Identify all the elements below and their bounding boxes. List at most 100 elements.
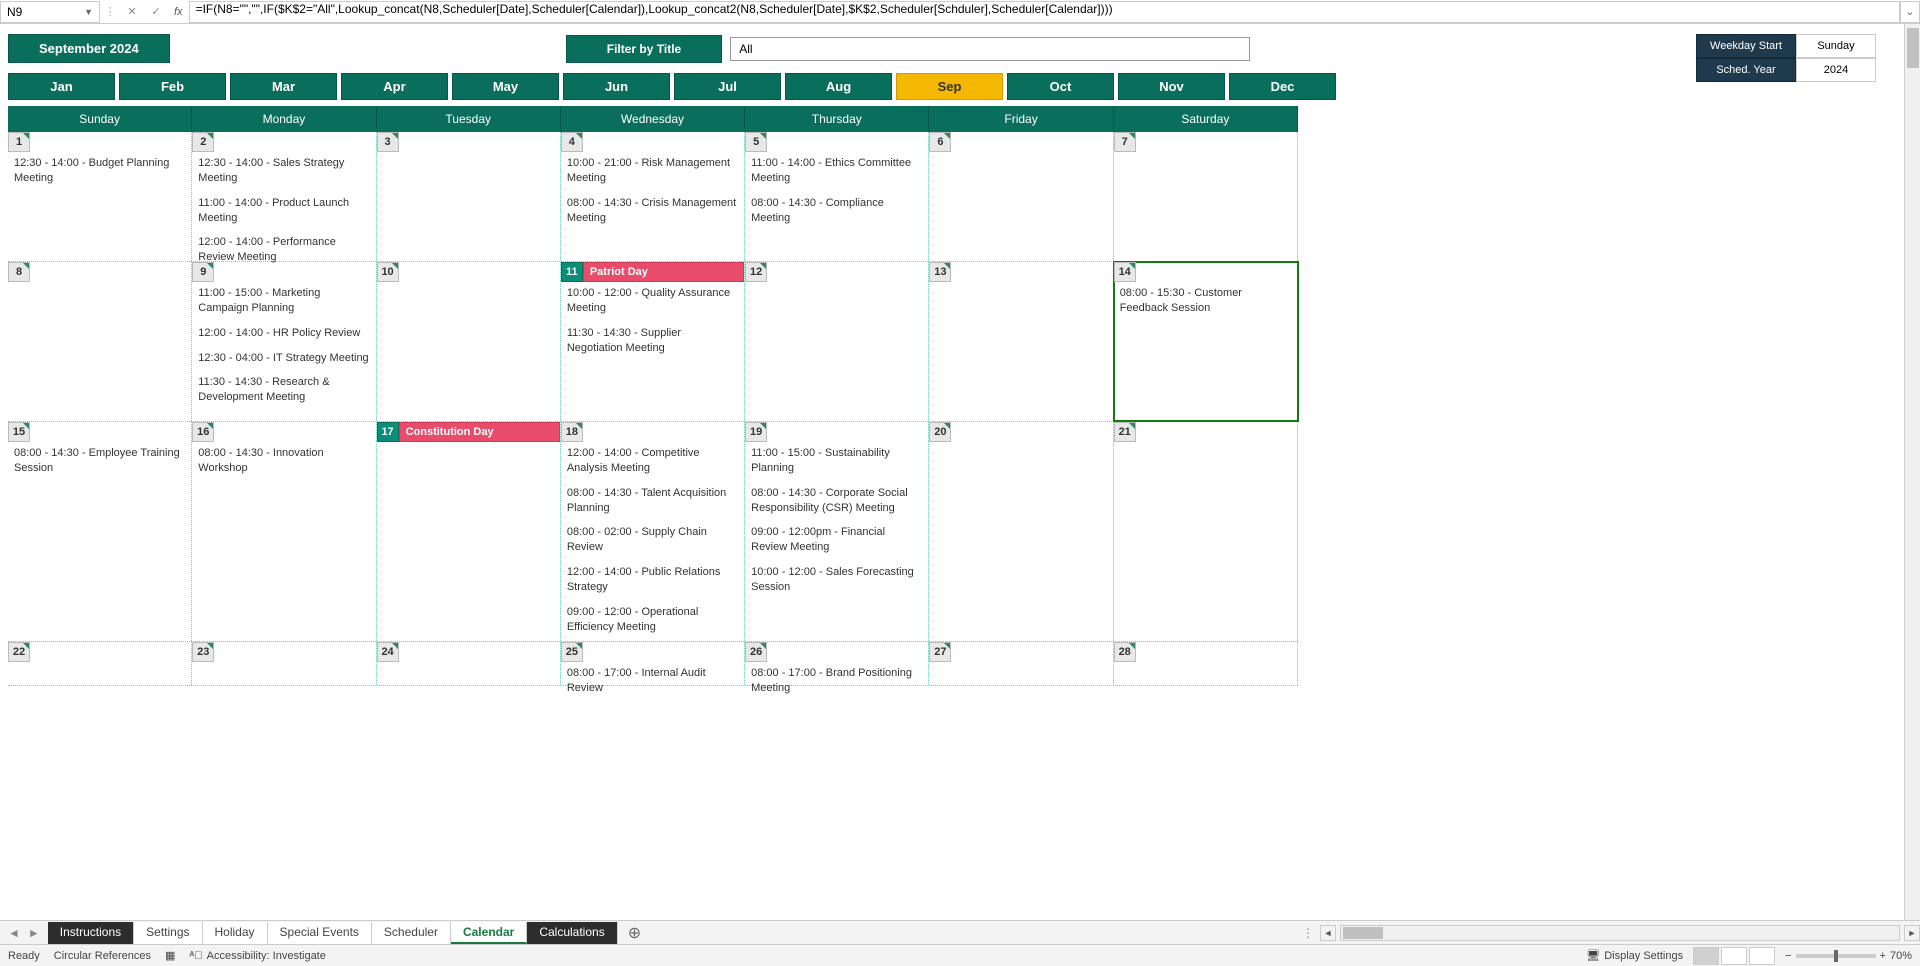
calendar-day-cell[interactable]: 1608:00 - 14:30 - Innovation Workshop [192,422,376,641]
name-box[interactable]: N9 ▼ [0,1,100,23]
month-button-jul[interactable]: Jul [674,73,781,100]
calendar-day-cell[interactable]: 24 [377,642,561,685]
month-button-aug[interactable]: Aug [785,73,892,100]
tab-bar-menu-icon[interactable]: ⋮ [1296,926,1320,940]
calendar-day-cell[interactable]: 1812:00 - 14:00 - Competitive Analysis M… [561,422,745,641]
calendar-day-cell[interactable]: 17Constitution Day [377,422,561,641]
calendar-day-cell[interactable]: 23 [192,642,376,685]
filter-title-value[interactable]: All [730,37,1250,61]
calendar-day-cell[interactable]: 6 [929,132,1113,261]
calendar-day-cell[interactable]: 11Patriot Day10:00 - 12:00 - Quality Ass… [561,262,745,421]
sheet-tab-calendar[interactable]: Calendar [451,922,527,944]
vertical-scrollbar[interactable] [1904,24,1920,920]
view-normal-button[interactable] [1693,947,1719,965]
calendar-day-cell[interactable]: 10 [377,262,561,421]
horizontal-scrollbar[interactable] [1340,925,1900,941]
calendar-day-cell[interactable]: 1408:00 - 15:30 - Customer Feedback Sess… [1114,262,1298,421]
calendar-day-cell[interactable]: 410:00 - 21:00 - Risk Management Meeting… [561,132,745,261]
fx-icon[interactable]: fx [168,6,189,18]
zoom-control: − + 70% [1785,950,1912,962]
add-sheet-icon[interactable]: ⊕ [618,923,651,943]
month-button-dec[interactable]: Dec [1229,73,1336,100]
calendar-week-row: 112:30 - 14:00 - Budget Planning Meeting… [8,132,1298,262]
accessibility-text: Accessibility: Investigate [207,950,326,962]
calendar-day-cell[interactable]: 3 [377,132,561,261]
calendar-day-cell[interactable]: 13 [929,262,1113,421]
calendar-day-cell[interactable]: 22 [8,642,192,685]
view-page-break-button[interactable] [1749,947,1775,965]
sheet-tab-settings[interactable]: Settings [134,922,202,944]
month-button-sep[interactable]: Sep [896,73,1003,100]
day-number: 13 [929,262,951,282]
calendar-event: 08:00 - 14:30 - Innovation Workshop [198,446,369,476]
day-number: 18 [561,422,583,442]
view-page-layout-button[interactable] [1721,947,1747,965]
hscroll-right-icon[interactable]: ► [1904,925,1920,941]
month-button-apr[interactable]: Apr [341,73,448,100]
calendar-day-cell[interactable]: 2608:00 - 17:00 - Brand Positioning Meet… [745,642,929,685]
calendar-day-cell[interactable]: 212:30 - 14:00 - Sales Strategy Meeting1… [192,132,376,261]
formula-input[interactable]: =IF(N8="","",IF($K$2="All",Lookup_concat… [189,1,1900,23]
zoom-out-icon[interactable]: − [1785,950,1791,962]
weekday-header: Thursday [745,106,929,132]
calendar-day-cell[interactable]: 2508:00 - 17:00 - Internal Audit Review [561,642,745,685]
cancel-formula-icon[interactable]: ✕ [120,5,144,18]
weekday-header: Wednesday [561,106,745,132]
zoom-in-icon[interactable]: + [1880,950,1886,962]
month-button-jun[interactable]: Jun [563,73,670,100]
hscroll-left-icon[interactable]: ◄ [1320,925,1336,941]
day-events [192,662,375,685]
weekday-header: Tuesday [377,106,561,132]
zoom-slider[interactable] [1796,954,1876,958]
weekday-header-row: SundayMondayTuesdayWednesdayThursdayFrid… [8,106,1298,132]
month-button-oct[interactable]: Oct [1007,73,1114,100]
calendar-day-cell[interactable]: 511:00 - 14:00 - Ethics Committee Meetin… [745,132,929,261]
month-button-may[interactable]: May [452,73,559,100]
calendar-day-cell[interactable]: 911:00 - 15:00 - Marketing Campaign Plan… [192,262,376,421]
formula-bar-expand-icon[interactable]: ⌄ [1900,1,1920,23]
day-number: 25 [561,642,583,662]
calendar-event: 08:00 - 15:30 - Customer Feedback Sessio… [1120,286,1291,316]
calendar-event: 08:00 - 02:00 - Supply Chain Review [567,525,738,555]
calendar-day-cell[interactable]: 28 [1114,642,1298,685]
month-button-nov[interactable]: Nov [1118,73,1225,100]
status-macro-icon[interactable]: ▦ [165,949,175,962]
worksheet-area[interactable]: Weekday Start Sunday Sched. Year 2024 Se… [0,24,1904,920]
vertical-scrollbar-thumb[interactable] [1907,28,1919,68]
calendar-event: 08:00 - 14:30 - Talent Acquisition Plann… [567,486,738,516]
name-box-dropdown-icon[interactable]: ▼ [84,7,93,17]
calendar-event: 09:00 - 12:00 - Operational Efficiency M… [567,605,738,635]
sheet-tab-holiday[interactable]: Holiday [203,922,268,944]
calendar-day-cell[interactable]: 112:30 - 14:00 - Budget Planning Meeting [8,132,192,261]
month-button-jan[interactable]: Jan [8,73,115,100]
month-button-mar[interactable]: Mar [230,73,337,100]
day-number: 26 [745,642,767,662]
day-events: 08:00 - 17:00 - Brand Positioning Meetin… [745,662,928,710]
calendar-day-cell[interactable]: 7 [1114,132,1298,261]
calendar-day-cell[interactable]: 12 [745,262,929,421]
zoom-level[interactable]: 70% [1890,950,1912,962]
sheet-tab-scheduler[interactable]: Scheduler [372,922,451,944]
display-settings-button[interactable]: 🖥 Display Settings [1586,949,1683,962]
calendar-day-cell[interactable]: 20 [929,422,1113,641]
tab-nav-prev-icon[interactable]: ◄ [6,926,22,940]
month-button-feb[interactable]: Feb [119,73,226,100]
calendar-day-cell[interactable]: 21 [1114,422,1298,641]
calendar-day-cell[interactable]: 1911:00 - 15:00 - Sustainability Plannin… [745,422,929,641]
calendar-event: 08:00 - 14:30 - Crisis Management Meetin… [567,196,738,226]
weekday-start-value[interactable]: Sunday [1796,34,1876,58]
sheet-tab-calculations[interactable]: Calculations [527,922,617,944]
calendar-day-cell[interactable]: 27 [929,642,1113,685]
day-events [1114,442,1297,641]
tab-nav-next-icon[interactable]: ► [26,926,42,940]
calendar-week-row: 8911:00 - 15:00 - Marketing Campaign Pla… [8,262,1298,422]
confirm-formula-icon[interactable]: ✓ [144,5,168,18]
sched-year-value[interactable]: 2024 [1796,58,1876,82]
status-accessibility[interactable]: ᴬ⃝ Accessibility: Investigate [189,950,325,962]
horizontal-scrollbar-thumb[interactable] [1343,927,1383,939]
filter-title-label: Filter by Title [566,35,722,63]
calendar-day-cell[interactable]: 1508:00 - 14:30 - Employee Training Sess… [8,422,192,641]
sheet-tab-instructions[interactable]: Instructions [48,922,134,944]
calendar-day-cell[interactable]: 8 [8,262,192,421]
sheet-tab-special-events[interactable]: Special Events [268,922,372,944]
